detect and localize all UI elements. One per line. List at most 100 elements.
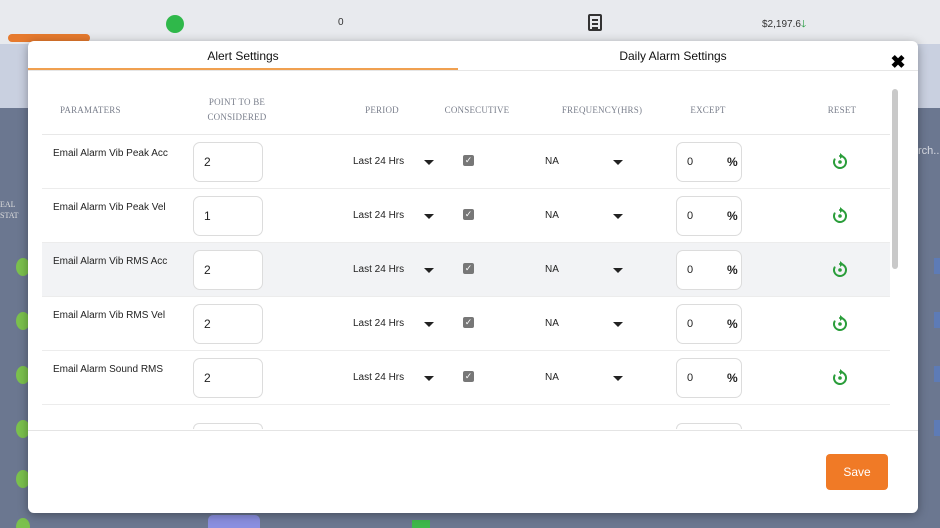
period-select[interactable]: Last 24 Hrs — [346, 368, 438, 388]
bg-search-fragment: rch... — [918, 145, 940, 157]
percent-unit: % — [727, 209, 738, 223]
except-value: 0 — [687, 372, 694, 384]
bg-row-marker — [934, 258, 940, 274]
parameter-name: Email Alarm Vib RMS Vel — [53, 310, 166, 321]
point-input-partial[interactable] — [193, 423, 263, 429]
parameter-name: Email Alarm Vib Peak Vel — [53, 202, 166, 213]
status-count: 0 — [338, 17, 344, 28]
frequency-select[interactable]: NA — [537, 368, 632, 388]
percent-unit: % — [727, 263, 738, 277]
tabs-divider — [28, 70, 918, 71]
point-input[interactable]: 2 — [193, 250, 263, 290]
percent-unit: % — [727, 371, 738, 385]
column-header-consecutive: CONSECUTIVE — [444, 105, 510, 115]
caret-down-icon — [613, 322, 623, 327]
period-value: Last 24 Hrs — [353, 210, 405, 221]
except-input[interactable]: 0% — [676, 358, 742, 398]
frequency-select[interactable]: NA — [537, 260, 632, 280]
reset-icon[interactable] — [830, 260, 850, 280]
column-header-except: EXCEPT — [690, 105, 726, 115]
point-input[interactable]: 1 — [193, 196, 263, 236]
except-input[interactable]: 0% — [676, 196, 742, 236]
column-header-parameters: PARAMATERS — [60, 105, 121, 115]
point-input[interactable]: 2 — [193, 142, 263, 182]
frequency-value: NA — [545, 210, 559, 221]
consecutive-checkbox[interactable]: ✓ — [463, 209, 474, 220]
frequency-select[interactable]: NA — [537, 206, 632, 226]
frequency-value: NA — [545, 318, 559, 329]
column-header-reset: RESET — [827, 105, 857, 115]
alert-settings-table: PARAMATERS POINT TO BE CONSIDERED PERIOD… — [42, 81, 890, 429]
table-row: Email Alarm Vib Peak Vel 1 Last 24 Hrs ✓… — [42, 189, 890, 243]
table-scrollbar[interactable] — [890, 85, 900, 425]
frequency-value: NA — [545, 264, 559, 275]
column-header-frequency: FREQUENCY(HRS) — [561, 105, 643, 115]
column-header-point-line2: CONSIDERED — [207, 112, 267, 122]
consecutive-checkbox[interactable]: ✓ — [463, 155, 474, 166]
frequency-value: NA — [545, 156, 559, 167]
column-header-point-line1: POINT TO BE — [208, 97, 266, 107]
frequency-select[interactable]: NA — [537, 314, 632, 334]
period-value: Last 24 Hrs — [353, 264, 405, 275]
reset-icon[interactable] — [830, 314, 850, 334]
document-icon[interactable] — [588, 14, 602, 31]
save-button[interactable]: Save — [826, 454, 888, 490]
except-input[interactable]: 0% — [676, 142, 742, 182]
alert-settings-modal: Alert Settings Daily Alarm Settings ✖ PA… — [28, 41, 918, 513]
table-row: Email Alarm Vib RMS Vel 2 Last 24 Hrs ✓ … — [42, 297, 890, 351]
close-icon[interactable]: ✖ — [888, 52, 908, 72]
frequency-value: NA — [545, 372, 559, 383]
parameter-name: Email Alarm Vib Peak Acc — [53, 148, 168, 159]
tab-daily-alarm-settings[interactable]: Daily Alarm Settings — [458, 41, 888, 71]
caret-down-icon — [424, 214, 434, 219]
period-select[interactable]: Last 24 Hrs — [346, 152, 438, 172]
bg-bottom-indicator — [412, 520, 430, 528]
except-value: 0 — [687, 318, 694, 330]
column-header-point: POINT TO BE CONSIDERED — [182, 95, 292, 125]
caret-down-icon — [613, 376, 623, 381]
percent-unit: % — [727, 317, 738, 331]
point-input[interactable]: 2 — [193, 304, 263, 344]
amount-text: $2,197.6 — [762, 19, 801, 30]
bg-column-fragment-2: STAT — [0, 211, 19, 220]
percent-unit: % — [727, 155, 738, 169]
except-input[interactable]: 0% — [676, 304, 742, 344]
caret-down-icon — [424, 322, 434, 327]
period-select[interactable]: Last 24 Hrs — [346, 206, 438, 226]
caret-down-icon — [613, 160, 623, 165]
caret-down-icon — [613, 268, 623, 273]
status-dot — [166, 15, 184, 33]
except-input[interactable]: 0% — [676, 250, 742, 290]
point-input[interactable]: 2 — [193, 358, 263, 398]
period-select[interactable]: Last 24 Hrs — [346, 314, 438, 334]
table-row: Email Alarm Vib RMS Acc 2 Last 24 Hrs ✓ … — [42, 243, 890, 297]
bg-row-marker — [934, 312, 940, 328]
modal-tabs: Alert Settings Daily Alarm Settings — [28, 41, 918, 71]
period-value: Last 24 Hrs — [353, 156, 405, 167]
caret-down-icon — [613, 214, 623, 219]
reset-icon[interactable] — [830, 152, 850, 172]
period-value: Last 24 Hrs — [353, 372, 405, 383]
period-value: Last 24 Hrs — [353, 318, 405, 329]
reset-icon[interactable] — [830, 206, 850, 226]
reset-icon[interactable] — [830, 368, 850, 388]
parameter-name: Email Alarm Sound RMS — [53, 364, 164, 375]
caret-down-icon — [424, 376, 434, 381]
table-row: Email Alarm Vib Peak Acc 2 Last 24 Hrs ✓… — [42, 135, 890, 189]
except-input-partial[interactable] — [676, 423, 742, 429]
consecutive-checkbox[interactable]: ✓ — [463, 371, 474, 382]
column-header-period: PERIOD — [365, 105, 399, 115]
consecutive-checkbox[interactable]: ✓ — [463, 263, 474, 274]
except-value: 0 — [687, 264, 694, 276]
scrollbar-thumb[interactable] — [892, 89, 898, 269]
caret-down-icon — [424, 160, 434, 165]
parameter-name: Email Alarm Vib RMS Acc — [53, 256, 168, 267]
table-header: PARAMATERS POINT TO BE CONSIDERED PERIOD… — [42, 81, 890, 135]
tab-alert-settings[interactable]: Alert Settings — [28, 41, 458, 71]
frequency-select[interactable]: NA — [537, 152, 632, 172]
except-value: 0 — [687, 156, 694, 168]
period-select[interactable]: Last 24 Hrs — [346, 260, 438, 280]
footer-divider — [28, 430, 918, 431]
consecutive-checkbox[interactable]: ✓ — [463, 317, 474, 328]
except-value: 0 — [687, 210, 694, 222]
